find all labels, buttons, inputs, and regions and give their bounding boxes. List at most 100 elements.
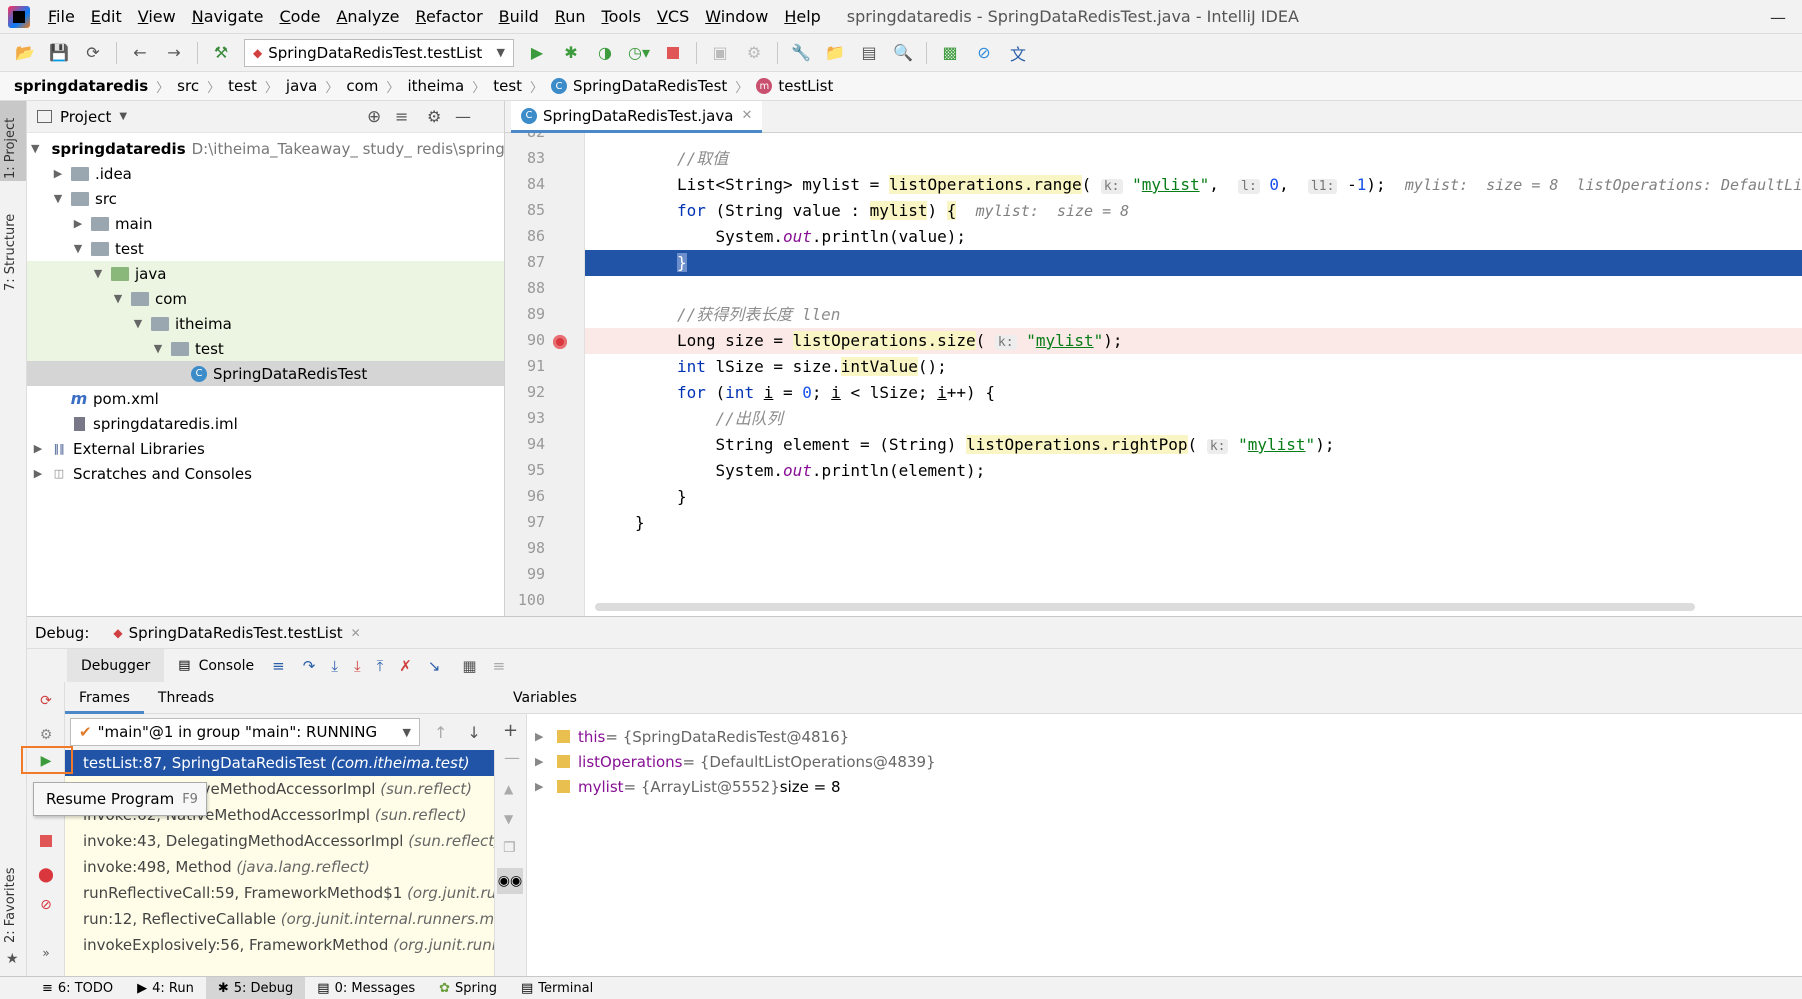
tree-node-java[interactable]: ▼ java [27, 261, 504, 286]
chevron-down-icon[interactable]: ▼ [119, 111, 127, 122]
device-icon[interactable]: ▣ [707, 40, 733, 66]
thread-select[interactable]: ✔ "main"@1 in group "main": RUNNING ▼ [70, 718, 420, 746]
expand-arrow-icon[interactable]: ▶ [31, 442, 45, 455]
favorites-tool-tab-label[interactable]: 2: Favorites [3, 867, 18, 943]
expand-arrow-icon[interactable]: ▼ [131, 317, 145, 330]
tree-node-test[interactable]: ▼ test [27, 236, 504, 261]
expand-arrow-icon[interactable]: ▼ [31, 142, 39, 155]
add-watch-icon[interactable]: + [503, 720, 518, 741]
breadcrumb-method[interactable]: testList [778, 77, 833, 95]
breadcrumb-class[interactable]: SpringDataRedisTest [573, 77, 727, 95]
statusbar-terminal[interactable]: ▤ Terminal [509, 977, 605, 999]
move-up-icon[interactable]: ▲ [504, 782, 513, 796]
breadcrumb-com[interactable]: com [346, 77, 378, 95]
step-into-icon[interactable]: ⤓ [331, 657, 338, 675]
show-execution-point-icon[interactable]: ≡ [272, 657, 285, 675]
breadcrumb-java[interactable]: java [286, 77, 317, 95]
menu-help[interactable]: Help [776, 0, 828, 33]
close-icon[interactable]: ✕ [741, 108, 752, 123]
breadcrumb-test[interactable]: test [228, 77, 257, 95]
duplicate-watch-icon[interactable]: ❐ [503, 840, 516, 856]
forward-icon[interactable]: → [161, 40, 187, 66]
frame-row[interactable]: invoke:43, DelegatingMethodAccessorImpl … [65, 828, 494, 854]
menu-tools[interactable]: Tools [594, 0, 649, 33]
tree-node-idea[interactable]: ▶ .idea [27, 161, 504, 186]
arrow-down-icon[interactable]: ↓ [467, 723, 480, 742]
project-view-select[interactable]: Project [60, 108, 111, 126]
tab-frames[interactable]: Frames [65, 682, 144, 714]
tab-threads[interactable]: Threads [144, 690, 228, 706]
remove-watch-icon[interactable]: — [504, 748, 520, 767]
project-structure-icon[interactable]: 📁 [822, 40, 848, 66]
debug-bug-icon[interactable]: ✱ [558, 40, 584, 66]
sync-icon[interactable]: ⟳ [80, 40, 106, 66]
search-icon[interactable]: 🔍 [890, 40, 916, 66]
drop-frame-icon[interactable]: ✗ [399, 657, 412, 675]
gear-icon[interactable]: ⚙ [427, 107, 441, 126]
menu-analyze[interactable]: Analyze [328, 0, 407, 33]
tree-node-com[interactable]: ▼ com [27, 286, 504, 311]
structure-tool-tab-label[interactable]: 7: Structure [3, 214, 18, 291]
expand-arrow-icon[interactable]: ▶ [535, 730, 549, 743]
trace-stream-icon[interactable]: ≡ [493, 657, 506, 675]
menu-file[interactable]: File [40, 0, 83, 33]
frame-row[interactable]: invokeExplosively:56, FrameworkMethod (o… [65, 932, 494, 958]
stop-icon[interactable] [35, 830, 57, 852]
show-watches-glasses-icon[interactable]: ◉◉ [497, 868, 523, 894]
evaluate-expression-icon[interactable]: ▦ [462, 657, 476, 675]
menu-refactor[interactable]: Refactor [408, 0, 491, 33]
tree-node-pom[interactable]: m pom.xml [27, 386, 504, 411]
breakpoint-icon[interactable] [553, 335, 567, 349]
tree-node-itheima[interactable]: ▼ itheima [27, 311, 504, 336]
collapse-all-icon[interactable]: ≡ [395, 107, 408, 126]
variable-row[interactable]: ▶ this = {SpringDataRedisTest@4816} [527, 724, 1802, 749]
tree-node-scratches[interactable]: ▶ ◫ Scratches and Consoles [27, 461, 504, 486]
translate-icon[interactable]: 文 [1005, 40, 1031, 66]
build-hammer-icon[interactable]: ⚒ [208, 40, 234, 66]
breadcrumb-project[interactable]: springdataredis [14, 77, 148, 95]
view-breakpoints-icon[interactable]: ⬤ [35, 864, 57, 886]
expand-arrow-icon[interactable]: ▶ [535, 780, 549, 793]
more-icon[interactable]: » [35, 942, 57, 964]
close-icon[interactable]: ✕ [351, 626, 361, 640]
expand-arrow-icon[interactable]: ▶ [535, 755, 549, 768]
statusbar-todo[interactable]: ≡ 6: TODO [30, 977, 125, 999]
statusbar-run[interactable]: ▶ 4: Run [125, 977, 206, 999]
tree-node-iml[interactable]: springdataredis.iml [27, 411, 504, 436]
mute-breakpoints-icon[interactable]: ⊘ [35, 894, 57, 916]
stop-icon[interactable] [660, 40, 686, 66]
variable-row[interactable]: ▶ listOperations = {DefaultListOperations… [527, 749, 1802, 774]
menu-run[interactable]: Run [547, 0, 594, 33]
step-over-icon[interactable]: ↷ [303, 657, 316, 675]
menu-edit[interactable]: Edit [83, 0, 130, 33]
sdk-manager-icon[interactable]: ⚙ [741, 40, 767, 66]
statusbar-debug[interactable]: ✱ 5: Debug [205, 976, 306, 999]
expand-arrow-icon[interactable]: ▼ [111, 292, 125, 305]
menu-vcs[interactable]: VCS [649, 0, 697, 33]
tree-node-src[interactable]: ▼ src [27, 186, 504, 211]
back-icon[interactable]: ← [127, 40, 153, 66]
statistic-icon[interactable]: ▩ [937, 40, 963, 66]
menu-build[interactable]: Build [491, 0, 547, 33]
run-to-cursor-icon[interactable]: ↘ [428, 657, 441, 675]
force-step-into-icon[interactable]: ⤓ [354, 657, 361, 675]
menu-window[interactable]: Window [697, 0, 776, 33]
move-down-icon[interactable]: ▼ [504, 812, 513, 826]
run-with-coverage-icon[interactable]: ◑ [592, 40, 618, 66]
breadcrumb-src[interactable]: src [177, 77, 199, 95]
statusbar-messages[interactable]: ▤ 0: Messages [305, 977, 427, 999]
tree-node-test-pkg[interactable]: ▼ test [27, 336, 504, 361]
profile-icon[interactable]: ◷▾ [626, 40, 652, 66]
run-icon[interactable]: ▶ [524, 40, 550, 66]
expand-arrow-icon[interactable]: ▼ [71, 242, 85, 255]
step-out-icon[interactable]: ⤒ [377, 657, 384, 675]
frame-row[interactable]: runReflectiveCall:59, FrameworkMethod$1 … [65, 880, 494, 906]
arrow-up-icon[interactable]: ↑ [434, 723, 447, 742]
breadcrumb-itheima[interactable]: itheima [407, 77, 464, 95]
expand-arrow-icon[interactable]: ▶ [71, 217, 85, 230]
tree-node-springdataredistest[interactable]: C SpringDataRedisTest [27, 361, 504, 386]
debug-session-tab[interactable]: ◆ SpringDataRedisTest.testList ✕ [113, 624, 360, 642]
horizontal-scrollbar[interactable] [595, 603, 1695, 611]
menu-code[interactable]: Code [272, 0, 329, 33]
locate-target-icon[interactable]: ⊕ [367, 107, 381, 127]
